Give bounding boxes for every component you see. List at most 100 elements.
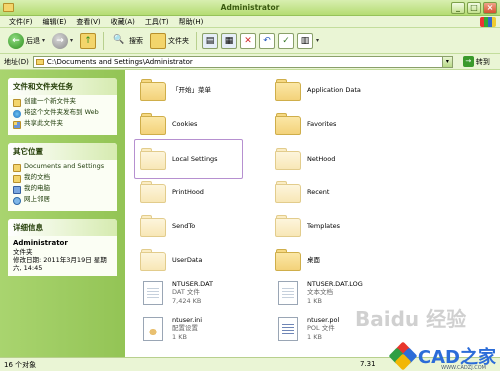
folder-icon <box>35 58 44 65</box>
file-type: POL 文件 <box>307 324 335 333</box>
file-name: Application Data <box>307 85 361 94</box>
address-label: 地址(D) <box>4 57 29 66</box>
file-item[interactable]: UserData <box>140 249 202 271</box>
views-dropdown-icon[interactable]: ▾ <box>316 37 319 44</box>
config-file-icon <box>143 316 163 341</box>
window-title: Administrator <box>220 3 280 12</box>
file-item[interactable]: 「开始」菜单 <box>140 79 211 101</box>
file-item[interactable]: SendTo <box>140 215 195 237</box>
folder-icon <box>140 79 166 101</box>
file-name: SendTo <box>172 221 196 230</box>
address-value: C:\Documents and Settings\Administrator <box>46 57 193 66</box>
file-size: 7,424 KB <box>172 296 202 305</box>
properties-icon[interactable]: ✓ <box>278 32 295 49</box>
other-places-title[interactable]: 其它位置 <box>8 143 117 160</box>
folder-icon <box>140 215 166 237</box>
file-name: 「开始」菜单 <box>172 85 211 94</box>
globe-icon <box>13 110 21 118</box>
file-name: NetHood <box>307 154 336 163</box>
folder-icon <box>275 79 301 101</box>
menu-tools[interactable]: 工具(T) <box>140 17 174 27</box>
file-type: 文本文档 <box>307 288 333 297</box>
file-item[interactable]: ntuser.ini 配置设置 1 KB <box>140 316 202 341</box>
task-label: 将这个文件夹发布到 Web <box>24 108 99 116</box>
up-folder-icon: ↑ <box>80 32 97 49</box>
folder-icon <box>275 181 301 203</box>
address-dropdown-icon[interactable]: ▾ <box>441 56 452 67</box>
folder-icon <box>140 249 166 271</box>
details-type: 文件夹 <box>13 248 33 256</box>
back-dropdown-icon[interactable]: ▾ <box>42 37 45 44</box>
minimize-button[interactable]: _ <box>451 2 465 14</box>
delete-icon[interactable]: ✕ <box>240 32 257 49</box>
cadzj-url: WWW.CADZJ.COM <box>441 365 486 371</box>
dat-file-icon <box>143 280 163 305</box>
file-item[interactable]: Recent <box>275 181 329 203</box>
folder-icon <box>275 249 301 271</box>
task-share-folder[interactable]: 共享此文件夹 <box>13 119 112 129</box>
place-network[interactable]: 网上邻居 <box>13 195 112 205</box>
place-documents-and-settings[interactable]: Documents and Settings <box>13 162 112 172</box>
folder-icon <box>140 148 166 170</box>
undo-icon[interactable]: ↶ <box>259 32 276 49</box>
file-label: ntuser.ini 配置设置 1 KB <box>172 316 202 341</box>
move-to-icon[interactable]: ▤ <box>202 32 219 49</box>
task-new-folder[interactable]: 创建一个新文件夹 <box>13 97 112 107</box>
file-label: ntuser.pol POL 文件 1 KB <box>307 316 339 341</box>
menu-favorites[interactable]: 收藏(A) <box>106 17 140 27</box>
cadzj-logo-icon <box>388 341 418 371</box>
folder-icon <box>140 181 166 203</box>
back-button[interactable]: ← 后退 ▾ <box>6 31 47 51</box>
baidu-watermark: Baidu 经验 <box>355 307 467 331</box>
file-item[interactable]: Application Data <box>275 79 361 101</box>
file-item[interactable]: Cookies <box>140 113 197 135</box>
details-panel: 详细信息 Administrator 文件夹 修改日期: 2011年3月19日 … <box>8 219 117 277</box>
file-item-selected[interactable]: Local Settings <box>140 148 218 170</box>
file-name: Recent <box>307 187 330 196</box>
file-size: 1 KB <box>172 332 187 341</box>
forward-button[interactable]: → ▾ <box>50 31 75 51</box>
menu-file[interactable]: 文件(F) <box>4 17 38 27</box>
back-label: 后退 <box>26 36 40 45</box>
place-my-documents[interactable]: 我的文档 <box>13 173 112 183</box>
file-item[interactable]: Templates <box>275 215 340 237</box>
forward-arrow-icon: → <box>52 32 69 49</box>
file-item[interactable]: NetHood <box>275 148 335 170</box>
place-my-computer[interactable]: 我的电脑 <box>13 184 112 194</box>
menu-help[interactable]: 帮助(H) <box>174 17 209 27</box>
forward-dropdown-icon[interactable]: ▾ <box>70 37 73 44</box>
views-icon[interactable]: ▥ <box>297 32 314 49</box>
details-modified: 修改日期: 2011年3月19日 星期六, 14:45 <box>13 256 107 273</box>
copy-to-icon[interactable]: ▦ <box>221 32 238 49</box>
file-label: NTUSER.DAT DAT 文件 7,424 KB <box>172 280 213 305</box>
task-publish-web[interactable]: 将这个文件夹发布到 Web <box>13 108 112 118</box>
folder-icon <box>275 148 301 170</box>
details-title[interactable]: 详细信息 <box>8 219 117 236</box>
file-item[interactable]: Favorites <box>275 113 336 135</box>
search-button[interactable]: 🔍 搜索 <box>109 31 145 51</box>
file-type: DAT 文件 <box>172 288 200 297</box>
address-input[interactable]: C:\Documents and Settings\Administrator … <box>32 55 453 68</box>
file-tasks-title[interactable]: 文件和文件夹任务 <box>8 78 117 95</box>
network-icon <box>13 197 21 205</box>
up-button[interactable]: ↑ <box>78 31 98 51</box>
menu-view[interactable]: 查看(V) <box>71 17 105 27</box>
file-name: 桌面 <box>307 255 320 264</box>
menu-edit[interactable]: 编辑(E) <box>38 17 72 27</box>
file-item[interactable]: ntuser.pol POL 文件 1 KB <box>275 316 339 341</box>
go-label: 转到 <box>475 57 490 66</box>
file-name: PrintHood <box>172 187 204 196</box>
task-pane: 文件和文件夹任务 创建一个新文件夹 将这个文件夹发布到 Web 共享此文件夹 其… <box>0 70 125 357</box>
new-folder-icon <box>13 99 21 107</box>
file-item[interactable]: NTUSER.DAT.LOG 文本文档 1 KB <box>275 280 363 305</box>
file-item[interactable]: NTUSER.DAT DAT 文件 7,424 KB <box>140 280 213 305</box>
folders-button[interactable]: 文件夹 <box>148 31 191 51</box>
other-places-panel: 其它位置 Documents and Settings 我的文档 我的电脑 网上… <box>8 143 117 211</box>
go-button[interactable]: → 转到 <box>462 56 490 67</box>
file-item[interactable]: PrintHood <box>140 181 204 203</box>
maximize-button[interactable]: □ <box>467 2 481 14</box>
windows-flag-icon <box>480 16 496 27</box>
task-label: 创建一个新文件夹 <box>24 97 76 105</box>
file-item[interactable]: 桌面 <box>275 249 320 271</box>
close-button[interactable]: × <box>483 2 497 14</box>
